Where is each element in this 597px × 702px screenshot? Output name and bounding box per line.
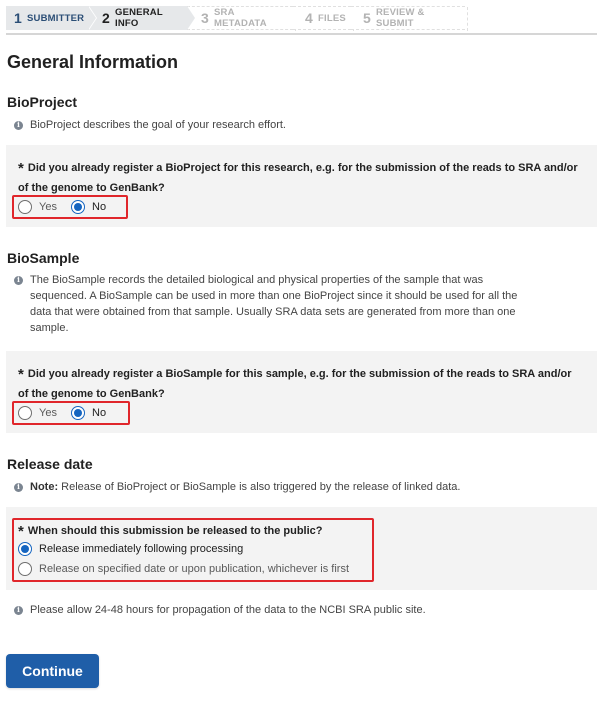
biosample-question-text: Did you already register a BioSample for… <box>18 368 572 400</box>
required-marker: * <box>18 160 24 177</box>
bioproject-yes-radio[interactable]: Yes <box>18 200 57 214</box>
propagation-info-text: Please allow 24-48 hours for propagation… <box>30 604 426 616</box>
radio-label: Yes <box>39 407 57 419</box>
bioproject-question-panel: * Did you already register a BioProject … <box>6 145 597 227</box>
release-note-text: Release of BioProject or BioSample is al… <box>61 481 461 493</box>
radio-label: Yes <box>39 201 57 213</box>
bioproject-radio-group: Yes No <box>12 195 128 219</box>
bioproject-question: * Did you already register a BioProject … <box>18 157 578 198</box>
biosample-radio-group: Yes No <box>12 401 130 425</box>
info-icon: i <box>14 120 23 130</box>
radio-circle[interactable] <box>71 406 85 420</box>
bioproject-title: BioProject <box>7 94 78 110</box>
note-label: Note: <box>30 481 59 493</box>
info-icon: i <box>14 482 23 492</box>
biosample-no-radio[interactable]: No <box>71 406 106 420</box>
release-title: Release date <box>7 456 93 472</box>
step-review-submit: 5 Review & Submit <box>351 6 468 31</box>
step-number: 1 <box>14 10 22 26</box>
radio-label: Release immediately following processing <box>39 543 244 555</box>
bioproject-info-text: BioProject describes the goal of your re… <box>30 119 286 131</box>
step-number: 2 <box>102 10 110 26</box>
wizard-steps: 1 Submitter 2 General Info 3 SRA Metadat… <box>6 6 468 31</box>
continue-button[interactable]: Continue <box>6 654 99 688</box>
page-title: General Information <box>7 52 179 72</box>
release-info: i Note: Release of BioProject or BioSamp… <box>14 479 584 495</box>
step-general-info[interactable]: 2 General Info <box>88 6 196 30</box>
bioproject-question-text: Did you already register a BioProject fo… <box>18 162 578 194</box>
radio-circle[interactable] <box>18 562 32 576</box>
step-label: Files <box>318 12 346 24</box>
release-immediate-radio[interactable]: Release immediately following processing <box>18 542 243 556</box>
radio-circle[interactable] <box>18 200 32 214</box>
radio-circle[interactable] <box>18 542 32 556</box>
info-icon: i <box>14 275 23 285</box>
required-marker: * <box>18 523 24 540</box>
bioproject-no-radio[interactable]: No <box>71 200 106 214</box>
release-radio-group: * When should this submission be release… <box>12 518 374 582</box>
biosample-title: BioSample <box>7 250 80 266</box>
release-specified-date-radio[interactable]: Release on specified date or upon public… <box>18 562 349 576</box>
step-submitter[interactable]: 1 Submitter <box>6 6 97 30</box>
step-number: 5 <box>363 10 371 26</box>
bioproject-info: i BioProject describes the goal of your … <box>14 117 584 133</box>
step-number: 3 <box>201 10 209 26</box>
step-sra-metadata: 3 SRA Metadata <box>187 6 296 31</box>
info-icon: i <box>14 605 23 615</box>
step-number: 4 <box>305 10 313 26</box>
radio-circle[interactable] <box>18 406 32 420</box>
biosample-question: * Did you already register a BioSample f… <box>18 363 578 404</box>
release-question-panel: * When should this submission be release… <box>6 507 597 590</box>
required-marker: * <box>18 366 24 383</box>
radio-label: Release on specified date or upon public… <box>39 563 350 575</box>
radio-label: No <box>92 201 107 213</box>
step-label: General Info <box>115 7 163 29</box>
radio-label: No <box>92 407 107 419</box>
step-label: SRA Metadata <box>214 7 267 29</box>
step-label: Submitter <box>27 12 85 24</box>
radio-circle[interactable] <box>71 200 85 214</box>
step-files: 4 Files <box>293 6 354 31</box>
biosample-info-text: The BioSample records the detailed biolo… <box>30 274 518 334</box>
biosample-info: i The BioSample records the detailed bio… <box>14 272 534 336</box>
biosample-question-panel: * Did you already register a BioSample f… <box>6 351 597 433</box>
step-label: Review & Submit <box>376 7 425 29</box>
release-question: * When should this submission be release… <box>18 520 368 541</box>
release-question-text: When should this submission be released … <box>27 525 323 537</box>
steps-divider <box>6 33 597 35</box>
biosample-yes-radio[interactable]: Yes <box>18 406 57 420</box>
propagation-info: i Please allow 24-48 hours for propagati… <box>14 602 584 618</box>
